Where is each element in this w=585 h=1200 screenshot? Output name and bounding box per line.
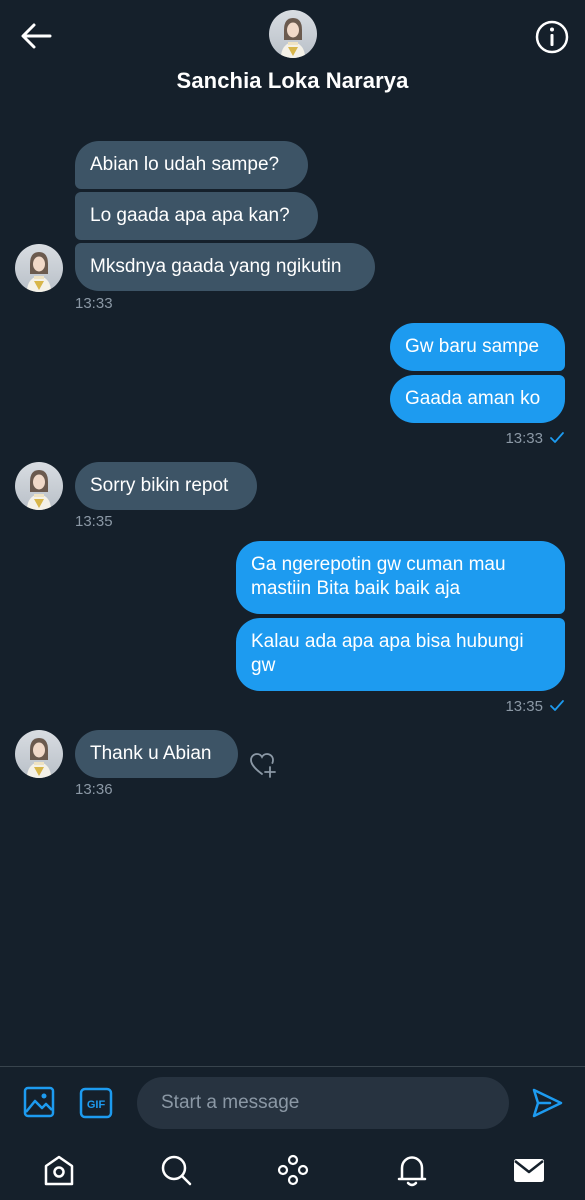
add-gif-button[interactable]: GIF [79,1087,113,1119]
contact-avatar[interactable] [269,10,317,58]
send-icon [532,1088,563,1118]
message-meta: 13:35 [505,698,565,715]
message-bubble-incoming[interactable]: Sorry bikin repot [75,462,257,510]
add-reaction-button[interactable] [249,751,277,779]
message-bubble-incoming[interactable]: Abian lo udah sampe? [75,141,308,189]
info-circle-icon [535,20,569,54]
conversation-info-button[interactable] [533,18,571,56]
sender-avatar[interactable] [15,462,63,510]
heart-plus-icon [250,753,276,778]
checkmark-icon [550,700,564,711]
message-bubble-incoming[interactable]: Lo gaada apa apa kan? [75,192,318,240]
sender-avatar[interactable] [15,730,63,778]
checkmark-icon [550,432,564,443]
nav-home[interactable] [41,1152,77,1188]
message-bubble-outgoing[interactable]: Gaada aman ko [390,375,565,423]
message-input[interactable] [137,1077,509,1129]
nav-notifications[interactable] [394,1152,430,1188]
nav-search[interactable] [158,1152,194,1188]
contact-name[interactable]: Sanchia Loka Nararya [0,68,585,94]
message-timestamp: 13:33 [505,430,543,447]
mail-icon [514,1159,544,1182]
back-button[interactable] [18,20,54,52]
message-bubble-outgoing[interactable]: Gw baru sampe [390,323,565,371]
gif-label: GIF [87,1099,106,1111]
search-icon [161,1155,192,1186]
message-meta: 13:33 [505,430,565,447]
send-button[interactable] [530,1086,564,1120]
nav-spaces[interactable] [275,1152,311,1188]
message-bubble-incoming[interactable]: Mksdnya gaada yang ngikutin [75,243,375,291]
home-icon [44,1155,74,1186]
message-timestamp: 13:36 [75,781,113,798]
conversation-header: Sanchia Loka Nararya [0,0,585,110]
bell-icon [397,1156,427,1187]
message-timestamp: 13:35 [75,513,113,530]
bottom-nav [0,1140,585,1200]
message-timestamp: 13:35 [505,698,543,715]
add-media-button[interactable] [22,1085,56,1119]
image-icon [23,1086,55,1118]
nav-messages[interactable] [511,1152,547,1188]
message-timestamp: 13:33 [75,295,113,312]
message-bubble-outgoing[interactable]: Ga ngerepotin gw cuman mau mastiin Bita … [236,541,565,614]
spaces-icon [277,1154,309,1186]
message-bubble-incoming[interactable]: Thank u Abian [75,730,238,778]
sender-avatar[interactable] [15,244,63,292]
gif-icon: GIF [79,1087,113,1119]
arrow-left-icon [21,23,52,49]
message-bubble-outgoing[interactable]: Kalau ada apa apa bisa hubungi gw [236,618,565,691]
